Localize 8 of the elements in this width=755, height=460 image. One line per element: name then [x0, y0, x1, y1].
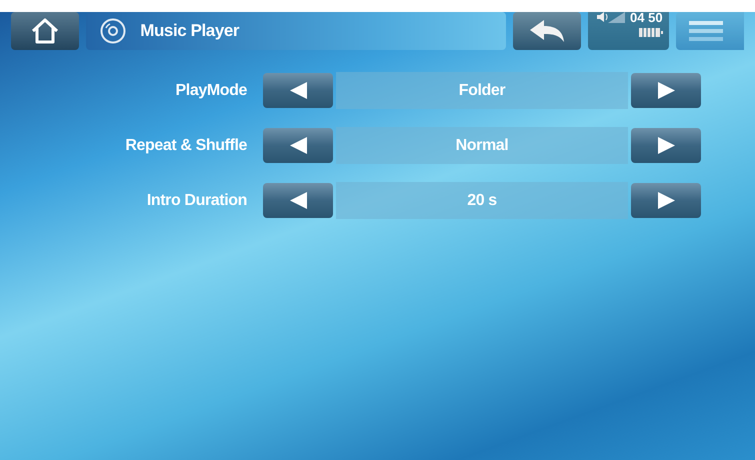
window-title: Music Player [140, 20, 240, 42]
setting-label: PlayMode [174, 80, 247, 100]
setting-value: Folder [336, 72, 628, 109]
setting-label: Repeat & Shuffle [124, 136, 247, 156]
setting-value: Normal [336, 127, 628, 164]
setting-label: Intro Duration [146, 190, 247, 210]
clock-time: 04 50 [630, 12, 663, 24]
setting-value: 20 s [336, 182, 628, 219]
